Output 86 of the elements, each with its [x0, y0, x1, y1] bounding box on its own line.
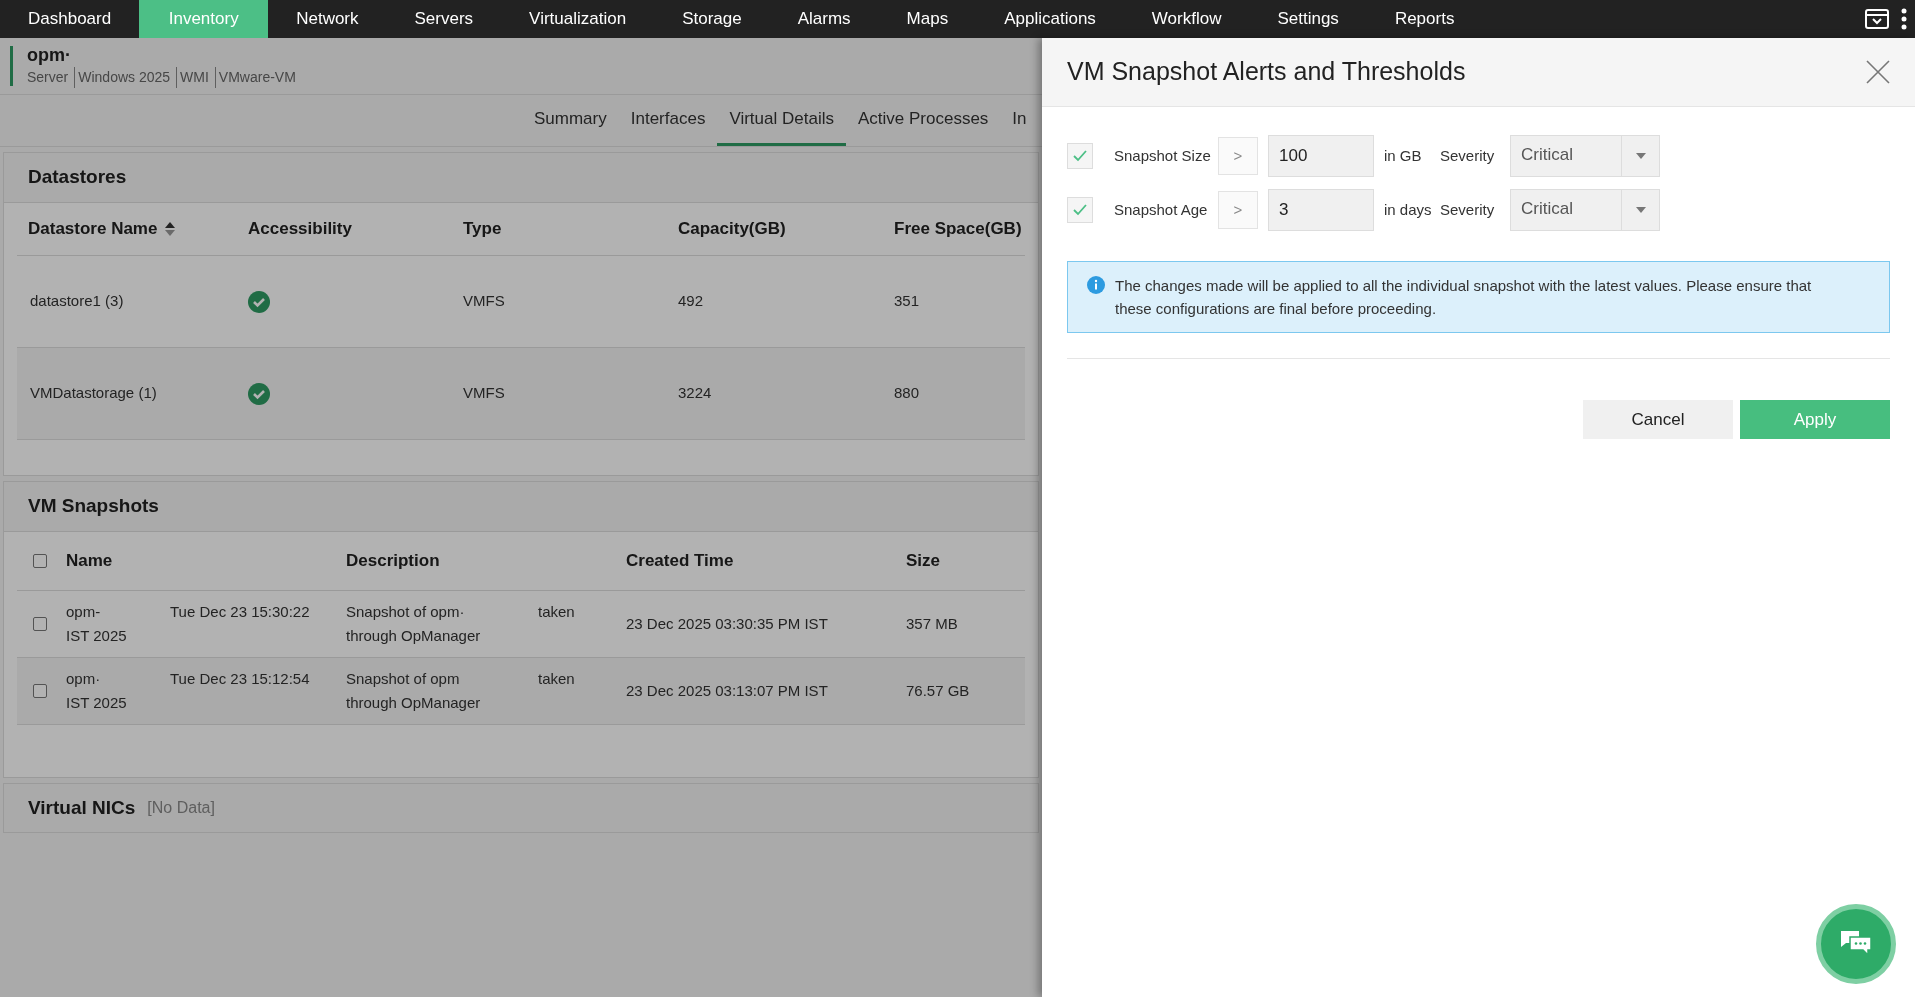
section-title: VM Snapshots	[28, 494, 159, 519]
more-icon[interactable]	[1901, 8, 1907, 30]
table-cell-text: 3224	[678, 383, 712, 404]
table-cell-text: through OpManager	[346, 626, 482, 646]
snapshot-time: Tue Dec 23 15:12:54	[170, 669, 310, 689]
table-cell-text: through OpManager	[346, 693, 482, 713]
column-header: Accessibility	[248, 218, 352, 241]
column-header: Size	[906, 551, 941, 571]
column-header: Created Time	[626, 551, 734, 571]
tab[interactable]: In	[1000, 95, 1039, 146]
operator-field: >	[1218, 191, 1258, 229]
tab[interactable]: Active Processes	[845, 95, 1001, 146]
snapshot-time: IST 2025	[66, 693, 128, 713]
table-cell: 23 Dec 2025 03:30:35 PM IST	[626, 614, 828, 632]
section-title: Datastores	[28, 165, 127, 190]
table-cell-text: VMFS	[463, 291, 505, 312]
nav-item[interactable]: Alarms	[769, 0, 879, 38]
field-label: Snapshot Age	[1114, 199, 1209, 220]
accent-bar	[10, 46, 13, 86]
column-header: Type	[463, 218, 502, 241]
tab[interactable]: Virtual Details	[717, 95, 846, 146]
snapshot-time: IST 2025	[66, 626, 128, 646]
column-header: Free Space(GB)	[894, 218, 1022, 241]
severity-dropdown[interactable]: Critical	[1510, 135, 1660, 177]
tab[interactable]: Summary	[522, 95, 619, 146]
nav-item[interactable]: Dashboard	[0, 0, 140, 38]
unit-label: in GB	[1384, 145, 1423, 166]
table-cell: 23 Dec 2025 03:13:07 PM IST	[626, 681, 828, 699]
table-cell-text: VMFS	[463, 383, 505, 404]
table-cell-text: taken	[538, 669, 575, 689]
caret-icon	[1635, 153, 1646, 159]
field-label: Severity	[1440, 199, 1496, 220]
no-data-label: [No Data]	[147, 798, 215, 818]
table-cell-text: 492	[678, 291, 704, 312]
nav-item[interactable]: Network	[268, 0, 387, 38]
table-cell-text: datastore1 (3)	[30, 291, 124, 312]
input-field[interactable]: 100	[1268, 135, 1374, 177]
check-icon	[1073, 150, 1087, 162]
field-label: Severity	[1440, 145, 1496, 166]
snapshot-name: opm·	[66, 669, 102, 689]
nav-item[interactable]: Servers	[386, 0, 502, 38]
operator-field: >	[1218, 137, 1258, 175]
nav-item[interactable]: Maps	[878, 0, 977, 38]
table-cell-text: taken	[538, 602, 575, 622]
column-header: Capacity(GB)	[678, 218, 786, 241]
info-text: The changes made will be applied to all the individual snapshot with the latest values. Please ensure that these configurations are final before proceeding.	[1115, 276, 1813, 319]
column-header: Name	[66, 551, 113, 571]
checkbox[interactable]	[33, 554, 47, 568]
field-label: Snapshot Size	[1114, 145, 1212, 166]
checkbox[interactable]	[33, 684, 47, 698]
checkbox[interactable]	[33, 617, 47, 631]
info-icon	[1087, 276, 1105, 294]
nav-item[interactable]: Virtualization	[501, 0, 655, 38]
panel-title: VM Snapshot Alerts and Thresholds	[1067, 56, 1466, 88]
table-cell-text: 351	[894, 291, 920, 312]
snapshot-time: Tue Dec 23 15:30:22	[170, 602, 310, 622]
check-icon	[1073, 204, 1087, 216]
snapshot-name: opm-	[66, 602, 102, 622]
column-header: Description	[346, 551, 440, 571]
close-icon[interactable]	[1866, 60, 1890, 84]
device-detail: VMware-VM	[214, 66, 296, 88]
nav-item[interactable]: Applications	[976, 0, 1124, 38]
cancel-button[interactable]: Cancel	[1583, 400, 1733, 439]
caret-icon	[1635, 207, 1646, 213]
table-cell-text: VMDatastorage (1)	[30, 383, 157, 404]
tab[interactable]: Interfaces	[618, 95, 718, 146]
nav-item[interactable]: Storage	[654, 0, 770, 38]
column-header: Datastore Name	[28, 218, 158, 241]
nav-item[interactable]: Workflow	[1123, 0, 1250, 38]
sort-icon[interactable]	[165, 222, 176, 236]
section-title: Virtual NICs	[28, 795, 136, 820]
device-detail: Windows 2025	[74, 66, 171, 88]
table-cell-text: 880	[894, 383, 920, 404]
inbox-icon[interactable]	[1865, 9, 1889, 29]
table-cell-text: Snapshot of opm·	[346, 602, 466, 622]
unit-label: in days	[1384, 199, 1433, 220]
device-detail: WMI	[176, 66, 209, 88]
table-cell: 357 MB	[906, 614, 958, 632]
nav-item[interactable]: Reports	[1366, 0, 1483, 38]
input-field[interactable]: 3	[1268, 189, 1374, 231]
device-name: opm·	[27, 44, 72, 67]
table-cell-text: Snapshot of opm	[346, 669, 461, 689]
table-cell: 76.57 GB	[906, 681, 970, 699]
nav-item[interactable]: Settings	[1249, 0, 1367, 38]
device-detail: Server	[27, 67, 69, 87]
severity-dropdown[interactable]: Critical	[1510, 189, 1660, 231]
